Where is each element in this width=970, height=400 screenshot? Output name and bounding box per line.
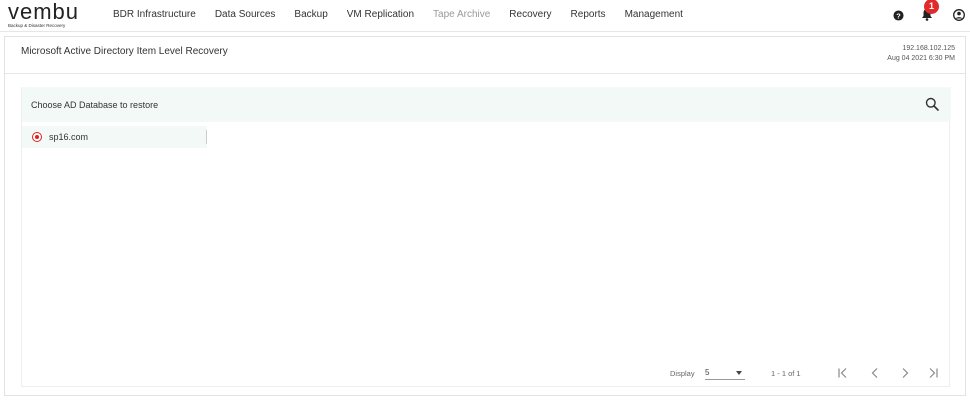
database-label: sp16.com [49,132,89,142]
page-size-select[interactable]: 5 [705,366,745,380]
nav-backup[interactable]: Backup [294,9,327,20]
vembu-logo[interactable]: vembu Backup & Disaster Recovery [8,0,90,29]
first-page-button[interactable] [835,365,851,381]
title-divider [5,73,965,74]
page-size-value: 5 [705,368,710,377]
nav-data-sources[interactable]: Data Sources [215,9,276,20]
page-title: Microsoft Active Directory Item Level Re… [21,46,228,57]
nav-vm-replication[interactable]: VM Replication [347,9,414,20]
chevron-right-icon [902,368,909,378]
list-item-sp16[interactable]: sp16.com [22,126,207,148]
server-time: Aug 04 2021 6:30 PM [887,55,955,62]
content-panel: Microsoft Active Directory Item Level Re… [4,36,966,396]
help-icon[interactable]: ? [893,10,904,21]
chevron-left-icon [871,368,878,378]
first-page-icon [838,368,847,378]
card-header: Choose AD Database to restore [22,87,951,122]
logo-tagline: Backup & Disaster Recovery [8,23,66,28]
column-divider [206,130,207,144]
page-range-text: 1 - 1 of 1 [771,369,801,378]
previous-page-button[interactable] [867,365,883,381]
last-page-icon [929,368,938,378]
top-navigation-bar: vembu Backup & Disaster Recovery BDR Inf… [0,0,970,32]
nav-tape-archive[interactable]: Tape Archive [433,9,490,20]
last-page-button[interactable] [925,365,941,381]
nav-bdr-infrastructure[interactable]: BDR Infrastructure [113,9,196,20]
nav-management[interactable]: Management [625,9,683,20]
nav-recovery[interactable]: Recovery [509,9,551,20]
notification-count-badge: 1 [924,0,939,14]
display-label: Display [670,369,695,378]
server-info: 192.168.102.125 Aug 04 2021 6:30 PM [887,44,955,64]
ad-database-card: Choose AD Database to restore sp16.com D… [21,87,951,387]
radio-selected-icon[interactable] [32,132,42,142]
logo-wordmark: vembu [8,0,80,24]
svg-text:?: ? [896,11,901,20]
next-page-button[interactable] [897,365,913,381]
user-icon[interactable] [953,9,965,21]
main-menu: BDR Infrastructure Data Sources Backup V… [113,9,702,20]
chevron-down-icon [736,371,742,375]
nav-reports[interactable]: Reports [571,9,606,20]
card-header-label: Choose AD Database to restore [31,100,159,110]
pagination-bar: Display 5 1 - 1 of 1 [22,363,951,383]
search-icon[interactable] [925,97,939,111]
server-ip: 192.168.102.125 [902,45,955,52]
